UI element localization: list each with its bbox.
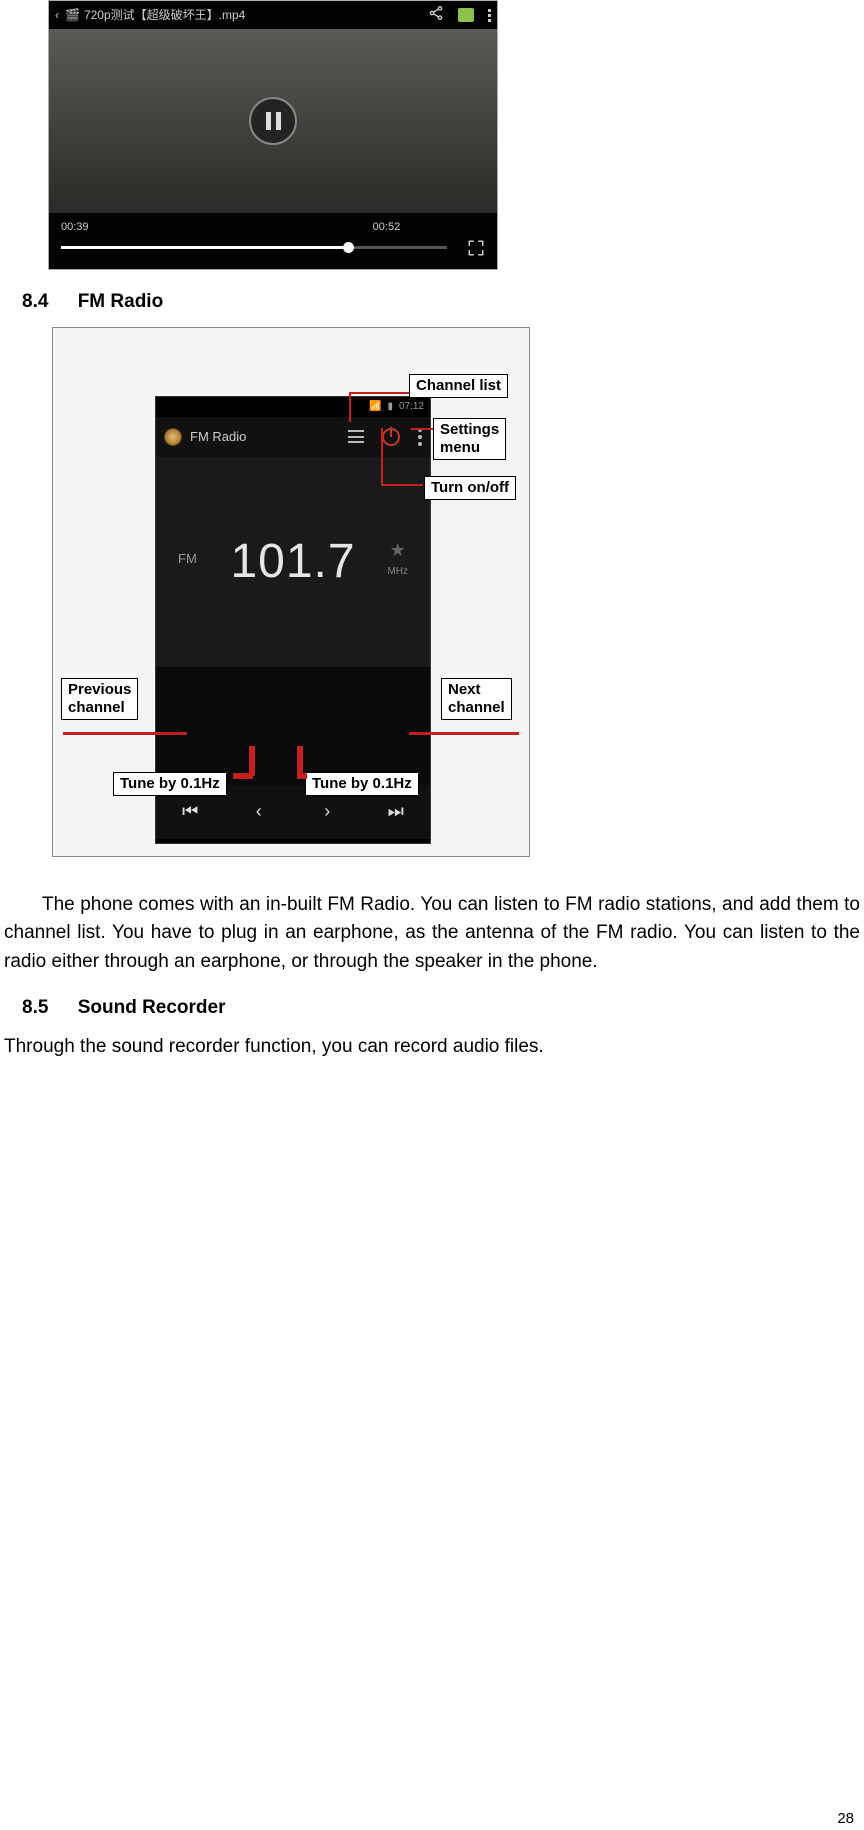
heading-number: 8.4 — [22, 291, 48, 312]
power-icon[interactable] — [382, 428, 400, 446]
callout-line — [349, 392, 351, 422]
frequency-unit: MHz — [387, 564, 408, 579]
seek-thumb[interactable] — [343, 242, 354, 253]
frequency-value: 101.7 — [230, 526, 355, 598]
phone-blank-area — [156, 667, 430, 785]
callout-line — [409, 732, 519, 735]
heading-8-5: 8.5 Sound Recorder — [22, 994, 860, 1023]
callout-line — [297, 773, 307, 779]
status-bar: 📶 ▮ 07:12 — [156, 397, 430, 417]
callout-line — [351, 392, 409, 394]
fm-radio-figure: 📶 ▮ 07:12 FM Radio FM 101.7 ★ MHz ⏮ ‹ — [52, 327, 530, 857]
overflow-menu-icon[interactable] — [488, 9, 491, 22]
share-icon[interactable] — [428, 5, 444, 26]
callout-line — [249, 746, 255, 776]
video-controls-bar: 00:39 00:52 — [49, 213, 497, 269]
signal-icon: 📶 — [369, 399, 381, 414]
callout-line — [297, 746, 303, 776]
fm-app-name: FM Radio — [190, 427, 246, 447]
duration-time: 00:52 — [373, 219, 401, 236]
heading-number: 8.5 — [22, 997, 48, 1018]
callout-line — [381, 428, 383, 486]
back-icon[interactable]: ‹ — [55, 6, 59, 24]
callout-prev-channel: Previouschannel — [61, 678, 138, 720]
band-label: FM — [178, 549, 197, 569]
callout-settings-menu: Settingsmenu — [433, 418, 506, 460]
callout-line — [63, 732, 187, 735]
callout-next-channel: Nextchannel — [441, 678, 512, 720]
fm-radio-icon — [164, 428, 182, 446]
pause-button[interactable] — [249, 97, 297, 145]
page-number: 28 — [837, 1808, 854, 1830]
callout-tune-right: Tune by 0.1Hz — [305, 772, 419, 796]
settings-menu-icon[interactable] — [418, 428, 422, 446]
fm-radio-paragraph: The phone comes with an in-built FM Radi… — [4, 891, 860, 977]
callout-line — [383, 484, 423, 486]
video-player-figure: ‹ 🎬 720p测试【超级破坏王】.mp4 00:39 00:52 — [48, 0, 498, 270]
video-title: 720p测试【超级破坏王】.mp4 — [84, 6, 245, 24]
frequency-display: FM 101.7 ★ MHz — [156, 457, 430, 667]
heading-title: FM Radio — [78, 291, 164, 312]
channel-list-icon[interactable] — [348, 430, 364, 443]
callout-tune-left: Tune by 0.1Hz — [113, 772, 227, 796]
clapper-icon: 🎬 — [65, 6, 80, 24]
next-channel-button[interactable]: ⏭ — [384, 798, 408, 825]
heading-title: Sound Recorder — [78, 997, 226, 1018]
fm-toolbar: FM Radio — [156, 417, 430, 457]
favorite-star-icon[interactable]: ★ — [387, 537, 408, 564]
message-icon[interactable] — [458, 8, 474, 22]
sound-recorder-paragraph: Through the sound recorder function, you… — [4, 1033, 860, 1062]
callout-line — [233, 773, 253, 779]
callout-line — [411, 428, 433, 430]
video-frame — [49, 29, 497, 213]
battery-icon: ▮ — [387, 399, 393, 414]
heading-8-4: 8.4 FM Radio — [22, 288, 860, 317]
current-time: 00:39 — [61, 219, 89, 236]
tune-up-button[interactable]: › — [315, 798, 339, 825]
callout-turn-onoff: Turn on/off — [424, 476, 516, 500]
prev-channel-button[interactable]: ⏮ — [178, 798, 202, 825]
callout-channel-list: Channel list — [409, 374, 508, 398]
status-time: 07:12 — [399, 399, 424, 414]
video-top-bar: ‹ 🎬 720p测试【超级破坏王】.mp4 — [49, 1, 497, 29]
seek-track[interactable] — [61, 246, 447, 249]
fullscreen-icon[interactable] — [467, 239, 485, 257]
tune-down-button[interactable]: ‹ — [247, 798, 271, 825]
